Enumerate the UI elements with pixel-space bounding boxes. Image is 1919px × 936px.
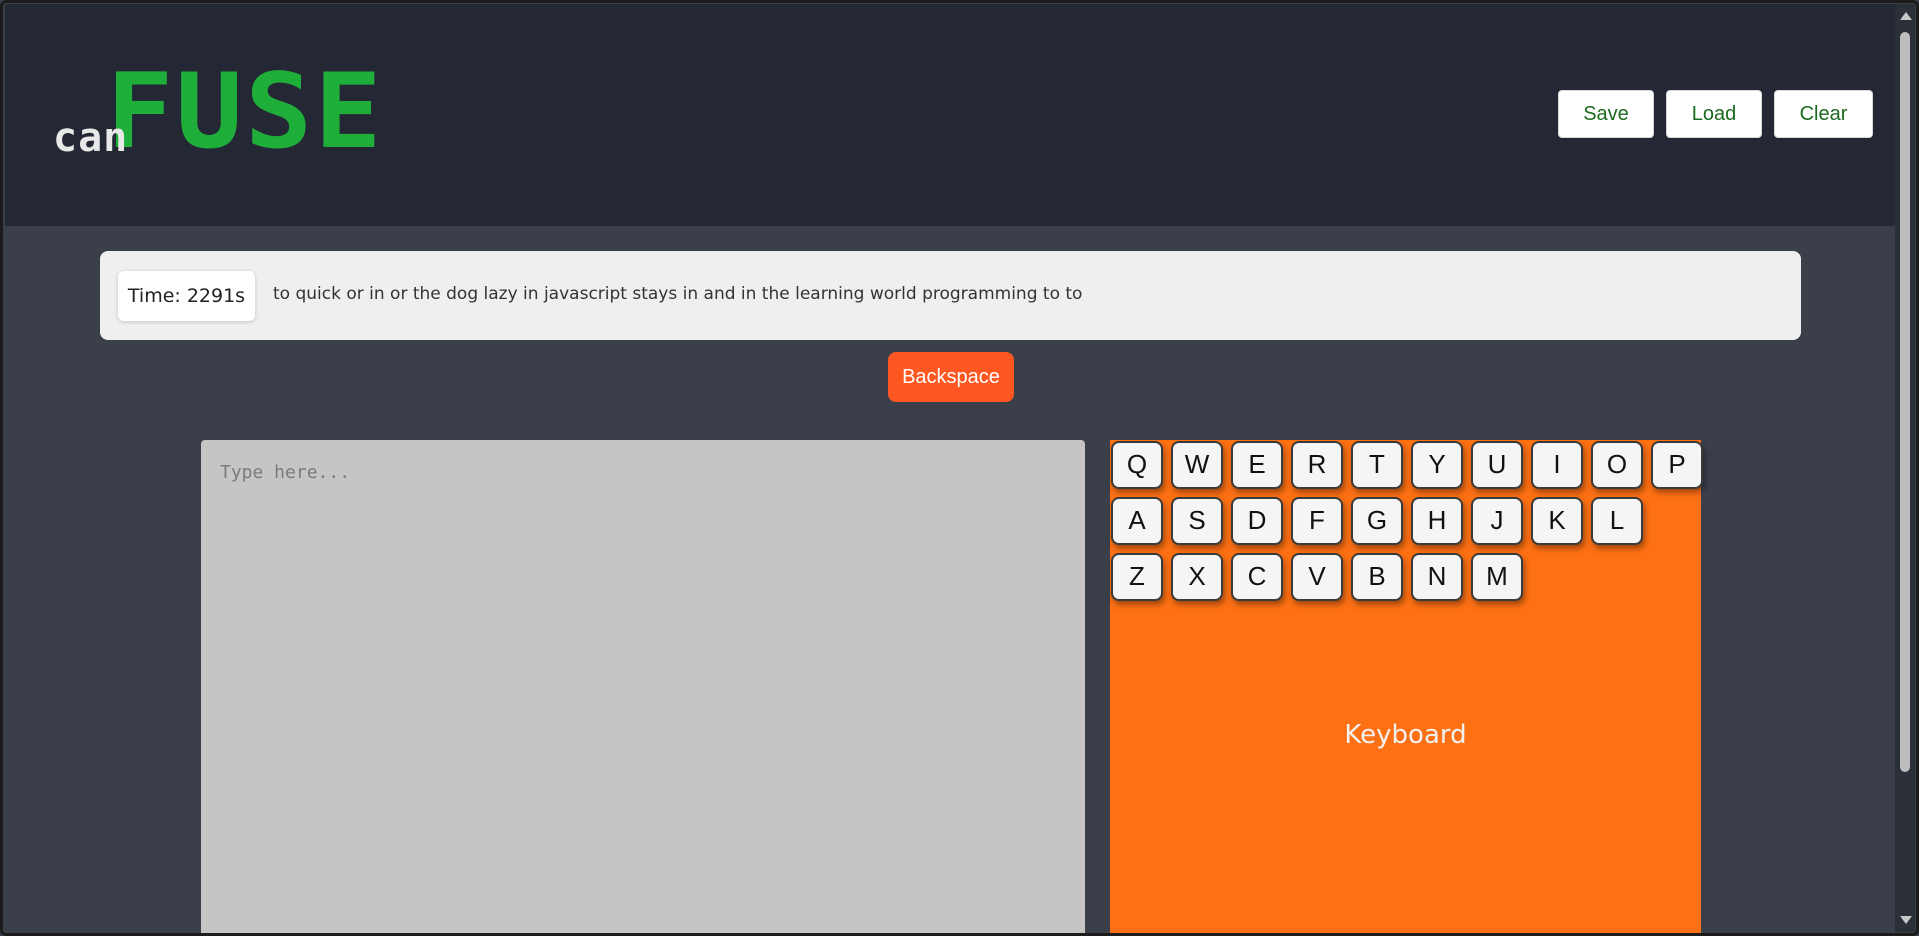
key-t[interactable]: T: [1351, 441, 1403, 489]
key-z[interactable]: Z: [1111, 553, 1163, 601]
keyboard-label: Keyboard: [1344, 720, 1467, 750]
load-button[interactable]: Load: [1666, 90, 1762, 138]
logo-fuse-text: FUSE: [106, 52, 384, 172]
page-scrollbar[interactable]: [1895, 4, 1915, 932]
key-r[interactable]: R: [1291, 441, 1343, 489]
key-i[interactable]: I: [1531, 441, 1583, 489]
key-j[interactable]: J: [1471, 497, 1523, 545]
canfuse-logo: FUSE can: [49, 60, 382, 166]
save-button[interactable]: Save: [1558, 90, 1654, 138]
scroll-down-arrow-icon[interactable]: [1900, 916, 1912, 924]
clear-button[interactable]: Clear: [1774, 90, 1873, 138]
key-n[interactable]: N: [1411, 553, 1463, 601]
timer-badge: Time: 2291s: [118, 271, 255, 321]
key-f[interactable]: F: [1291, 497, 1343, 545]
typing-input[interactable]: [201, 440, 1085, 936]
scroll-up-arrow-icon[interactable]: [1900, 12, 1912, 20]
key-x[interactable]: X: [1171, 553, 1223, 601]
key-a[interactable]: A: [1111, 497, 1163, 545]
key-m[interactable]: M: [1471, 553, 1523, 601]
backspace-button[interactable]: Backspace: [888, 352, 1014, 402]
key-b[interactable]: B: [1351, 553, 1403, 601]
target-sentence: to quick or in or the dog lazy in javasc…: [273, 284, 1083, 304]
key-h[interactable]: H: [1411, 497, 1463, 545]
challenge-bar: Time: 2291s to quick or in or the dog la…: [100, 251, 1801, 340]
key-y[interactable]: Y: [1411, 441, 1463, 489]
key-p[interactable]: P: [1651, 441, 1703, 489]
key-v[interactable]: V: [1291, 553, 1343, 601]
key-k[interactable]: K: [1531, 497, 1583, 545]
key-e[interactable]: E: [1231, 441, 1283, 489]
key-q[interactable]: Q: [1111, 441, 1163, 489]
key-s[interactable]: S: [1171, 497, 1223, 545]
key-g[interactable]: G: [1351, 497, 1403, 545]
key-w[interactable]: W: [1171, 441, 1223, 489]
logo-can-text: can: [53, 115, 129, 161]
scrollbar-thumb[interactable]: [1900, 32, 1910, 772]
key-l[interactable]: L: [1591, 497, 1643, 545]
key-o[interactable]: O: [1591, 441, 1643, 489]
key-d[interactable]: D: [1231, 497, 1283, 545]
key-u[interactable]: U: [1471, 441, 1523, 489]
virtual-keyboard: QWERTYUIOP ASDFGHJKL ZXCVBNM Keyboard: [1110, 440, 1703, 936]
app-header: FUSE can Save Load Clear: [5, 4, 1895, 226]
key-c[interactable]: C: [1231, 553, 1283, 601]
